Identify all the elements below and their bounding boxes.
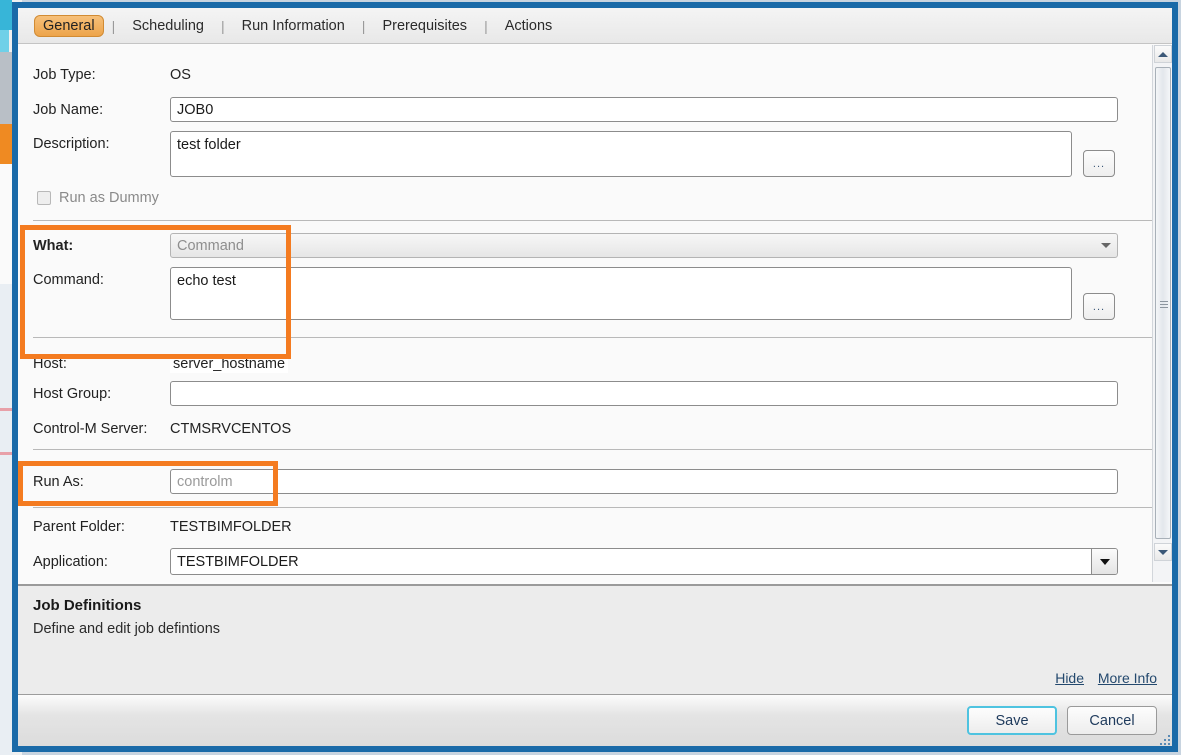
job-type-label: Job Type: [33,67,96,83]
form-scroll-area: Job Type: OS Job Name: Description: ... [18,45,1172,582]
job-definition-dialog: General | Scheduling | Run Information |… [12,2,1178,752]
what-label: What: [33,237,74,254]
run-as-input[interactable] [170,469,1118,494]
tab-separator-3: | [361,17,366,34]
tab-general[interactable]: General [34,14,104,37]
more-info-link[interactable]: More Info [1098,670,1157,686]
scroll-down-arrow-icon [1158,549,1168,555]
field-row-description: Description: ... [18,131,1158,177]
dialog-footer: Save Cancel [18,694,1172,746]
description-textarea[interactable] [170,131,1072,177]
save-button[interactable]: Save [967,706,1057,735]
tab-prerequisites[interactable]: Prerequisites [373,15,476,37]
run-as-label: Run As: [33,473,84,490]
field-row-command: Command: ... [18,267,1158,320]
divider-4 [33,507,1153,508]
tab-separator-2: | [220,17,225,34]
application-combobox[interactable]: TESTBIMFOLDER [170,548,1118,575]
parent-folder-value: TESTBIMFOLDER [170,519,292,535]
command-textarea[interactable] [170,267,1072,320]
tab-bar: General | Scheduling | Run Information |… [18,8,1172,44]
divider-3 [33,449,1153,450]
field-row-parent-folder: Parent Folder: TESTBIMFOLDER [18,519,1138,535]
chevron-down-icon [1101,243,1111,248]
tab-separator-4: | [484,17,488,34]
host-group-label: Host Group: [33,385,112,402]
scrollbar-grip-icon [1160,299,1168,310]
field-row-run-as: Run As: [18,469,1138,494]
field-row-controlm-server: Control-M Server: CTMSRVCENTOS [18,421,1138,437]
info-panel: Job Definitions Define and edit job defi… [18,584,1172,694]
run-as-dummy-checkbox[interactable] [37,191,51,205]
field-row-what: What: Command [18,233,1158,258]
job-type-value: OS [170,67,191,83]
tab-run-information[interactable]: Run Information [233,15,354,37]
host-label: Host: [33,356,67,372]
background-cyan-block [0,0,12,30]
description-label: Description: [33,136,110,152]
divider-1 [33,220,1153,221]
run-as-dummy-label: Run as Dummy [59,190,159,206]
cancel-button[interactable]: Cancel [1067,706,1157,735]
application-value: TESTBIMFOLDER [177,553,299,570]
background-cyan-block-2 [0,30,9,52]
field-row-job-name: Job Name: [18,97,1138,122]
tab-scheduling[interactable]: Scheduling [123,15,213,37]
field-row-host-group: Host Group: [18,381,1138,406]
field-row-job-type: Job Type: OS [18,67,1138,83]
chevron-down-icon [1099,558,1110,565]
what-value: Command [177,237,244,254]
field-row-run-as-dummy: Run as Dummy [18,190,159,206]
job-name-label: Job Name: [33,101,104,118]
controlm-server-value: CTMSRVCENTOS [170,421,292,437]
scroll-up-arrow-icon [1158,51,1168,57]
scroll-up-button[interactable] [1154,45,1172,63]
host-group-input[interactable] [170,381,1118,406]
scrollbar-thumb[interactable] [1155,67,1171,539]
description-browse-button[interactable]: ... [1083,150,1115,177]
hide-link[interactable]: Hide [1055,670,1084,686]
command-browse-button[interactable]: ... [1083,293,1115,320]
command-label: Command: [33,272,104,288]
info-panel-title: Job Definitions [33,597,142,614]
vertical-scrollbar[interactable] [1152,45,1172,582]
tab-separator-1: | [111,17,116,34]
field-row-application: Application: TESTBIMFOLDER [18,548,1158,575]
what-dropdown[interactable]: Command [170,233,1118,258]
resize-grip-icon[interactable] [1158,733,1170,745]
divider-2 [33,337,1153,338]
info-panel-subtitle: Define and edit job defintions [33,621,221,637]
field-row-host: Host: server_hostname [18,355,1138,373]
scroll-down-button[interactable] [1154,543,1172,561]
application-label: Application: [33,553,108,570]
application-dropdown-button[interactable] [1091,549,1117,574]
controlm-server-label: Control-M Server: [33,421,148,437]
job-name-input[interactable] [170,97,1118,122]
host-value[interactable]: server_hostname [170,355,289,373]
tab-actions[interactable]: Actions [496,15,562,37]
parent-folder-label: Parent Folder: [33,519,125,535]
